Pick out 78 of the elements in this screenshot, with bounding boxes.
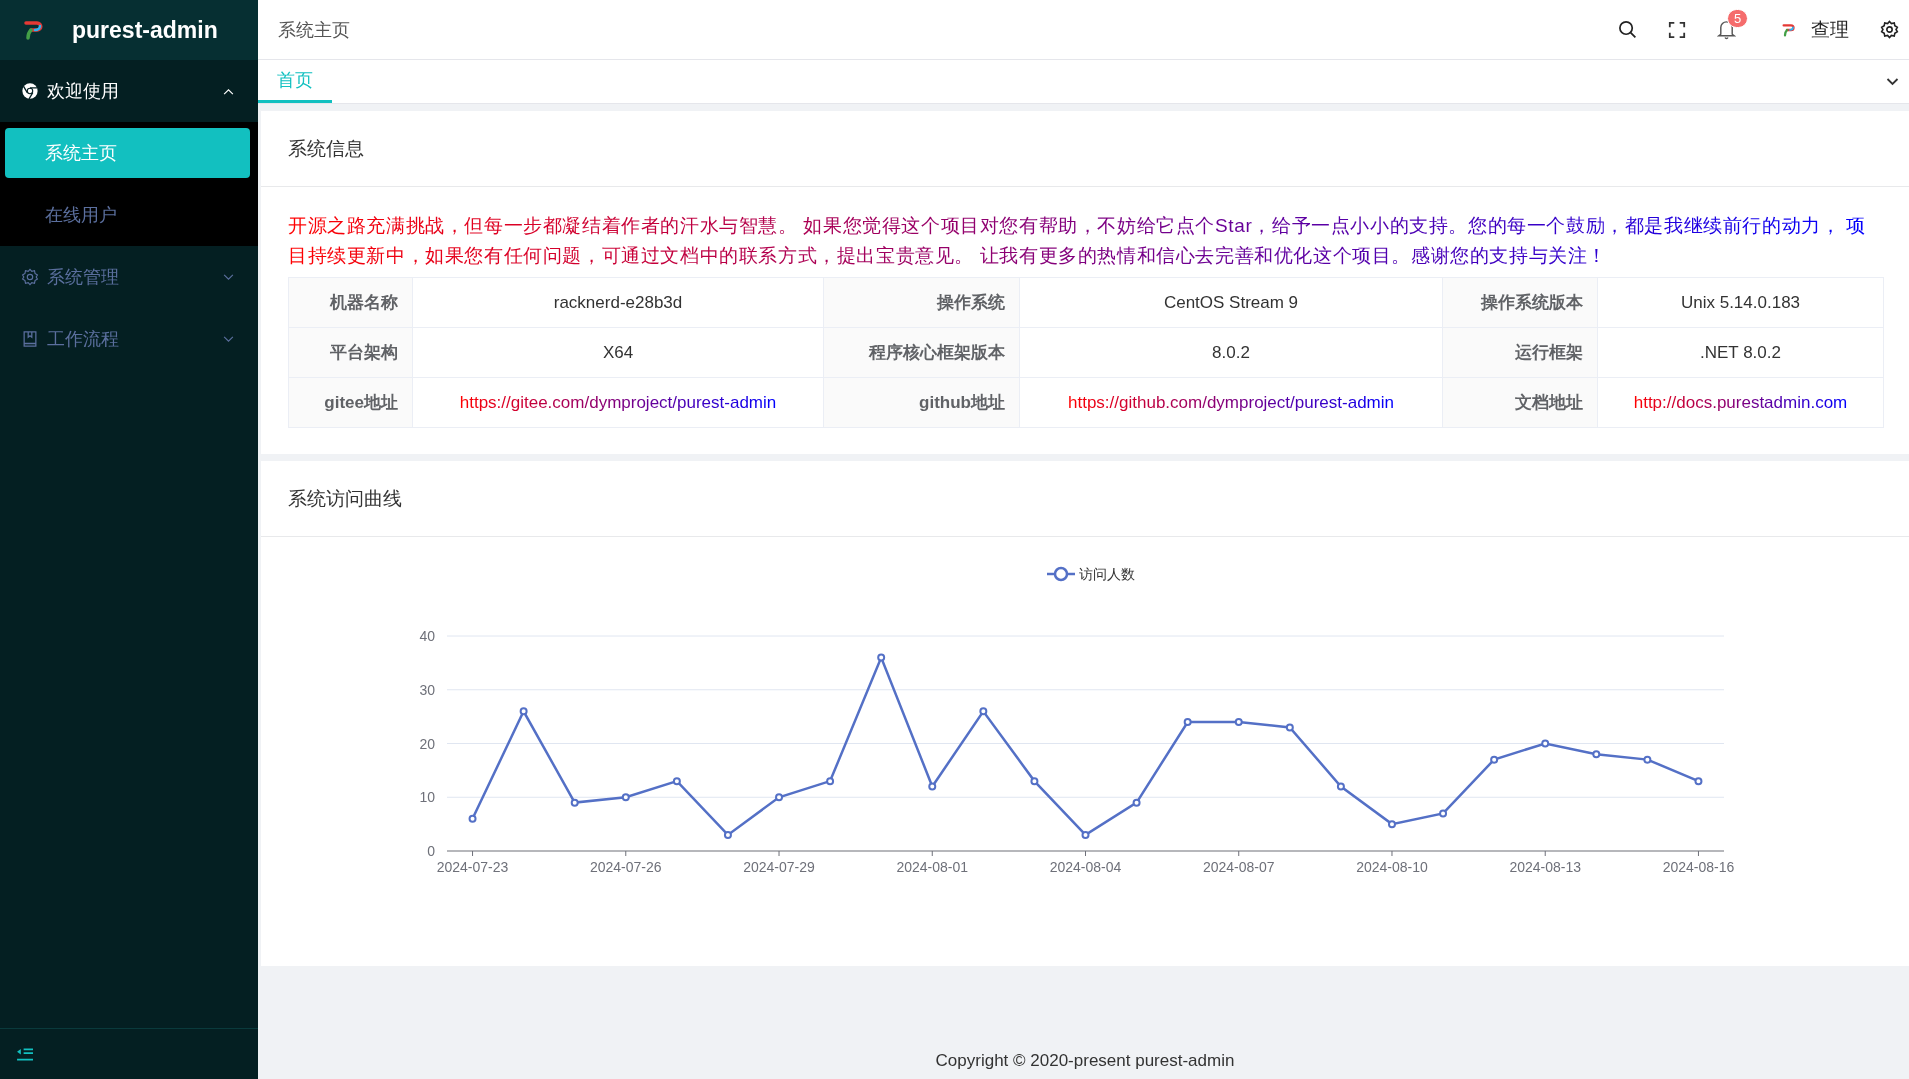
chevron-down-icon[interactable] (1886, 77, 1899, 86)
cell-value: Unix 5.14.0.183 (1680, 292, 1801, 313)
table-label: 文档地址 (1443, 378, 1598, 428)
fullscreen-icon[interactable] (1668, 20, 1686, 39)
submenu-item[interactable]: 在线用户 (5, 190, 250, 240)
y-axis-label: 30 (419, 681, 435, 698)
app-title: purest-admin (72, 16, 218, 44)
x-axis-label: 2024-07-26 (589, 859, 662, 875)
data-point (877, 653, 886, 662)
data-point (1694, 777, 1703, 786)
data-point (1081, 830, 1090, 839)
cell-value: CentOS Stream 9 (1163, 292, 1299, 313)
data-point (1439, 809, 1448, 818)
breadcrumb[interactable]: 系统主页 (278, 17, 350, 42)
book-icon (21, 330, 39, 348)
copyright-text: Copyright © 2020-present purest-admin (935, 1051, 1235, 1071)
table-label: 操作系统版本 (1443, 278, 1598, 328)
bell-icon[interactable] (1717, 19, 1736, 40)
data-point (1388, 820, 1396, 829)
settings-icon[interactable] (1880, 20, 1899, 39)
data-point (672, 777, 681, 786)
x-axis-label: 2024-08-13 (1509, 859, 1582, 875)
table-label: github地址 (824, 378, 1020, 428)
data-point (1643, 755, 1652, 764)
data-point (826, 777, 835, 786)
table-label: 机器名称 (289, 278, 413, 328)
search-icon[interactable] (1618, 20, 1637, 39)
cell-value: .NET 8.0.2 (1700, 342, 1781, 363)
data-point (1234, 718, 1243, 726)
data-point (1030, 777, 1039, 786)
chevron-icon (223, 87, 234, 95)
table-label: gitee地址 (289, 378, 413, 428)
data-point (570, 798, 579, 807)
y-axis-label: 10 (419, 789, 435, 806)
y-axis-label: 20 (419, 735, 435, 752)
data-point (621, 793, 630, 802)
cell-value: X64 (602, 342, 634, 363)
x-axis-label: 2024-08-01 (896, 859, 969, 875)
x-axis-label: 2024-08-10 (1356, 859, 1428, 875)
x-axis-label: 2024-08-04 (1049, 859, 1122, 875)
data-point (1183, 718, 1192, 726)
data-point (519, 707, 528, 716)
x-axis-label: 2024-08-07 (1202, 859, 1275, 875)
legend-item[interactable]: 访问人数 (1047, 566, 1135, 582)
data-point (468, 814, 477, 823)
x-axis-label: 2024-08-16 (1662, 859, 1735, 875)
x-axis-label: 2024-07-29 (743, 859, 815, 875)
chevron-icon (223, 335, 234, 343)
data-point (723, 830, 732, 839)
data-point (1592, 750, 1601, 759)
data-point (775, 793, 783, 802)
data-point (1132, 798, 1141, 807)
user-menu[interactable]: 查理 (1781, 16, 1849, 43)
data-point (928, 782, 937, 791)
data-point (1541, 739, 1550, 748)
cell-value: racknerd-e28b3d (553, 292, 683, 313)
notification-badge: 5 (1727, 9, 1749, 28)
table-label: 操作系统 (824, 278, 1020, 328)
chrome-icon (21, 82, 39, 100)
chevron-icon (223, 273, 234, 281)
data-point (979, 707, 988, 716)
table-label: 运行框架 (1443, 328, 1598, 378)
data-point (1490, 755, 1499, 764)
collapse-icon[interactable] (17, 1046, 34, 1062)
data-point (1336, 782, 1345, 791)
menu-item[interactable]: 欢迎使用 (0, 60, 258, 122)
legend-label: 访问人数 (1079, 566, 1135, 582)
card-title: 系统访问曲线 (288, 486, 402, 511)
cell-value: 8.0.2 (1212, 342, 1250, 363)
card-title: 系统信息 (288, 136, 364, 161)
y-axis-label: 0 (427, 843, 435, 859)
table-label: 平台架构 (289, 328, 413, 378)
y-axis-label: 40 (419, 628, 435, 644)
gear-icon (21, 268, 39, 286)
table-label: 程序核心框架版本 (824, 328, 1020, 378)
x-axis-label: 2024-07-23 (436, 859, 509, 875)
data-point (1285, 723, 1294, 732)
avatar-logo-icon (1781, 21, 1797, 38)
